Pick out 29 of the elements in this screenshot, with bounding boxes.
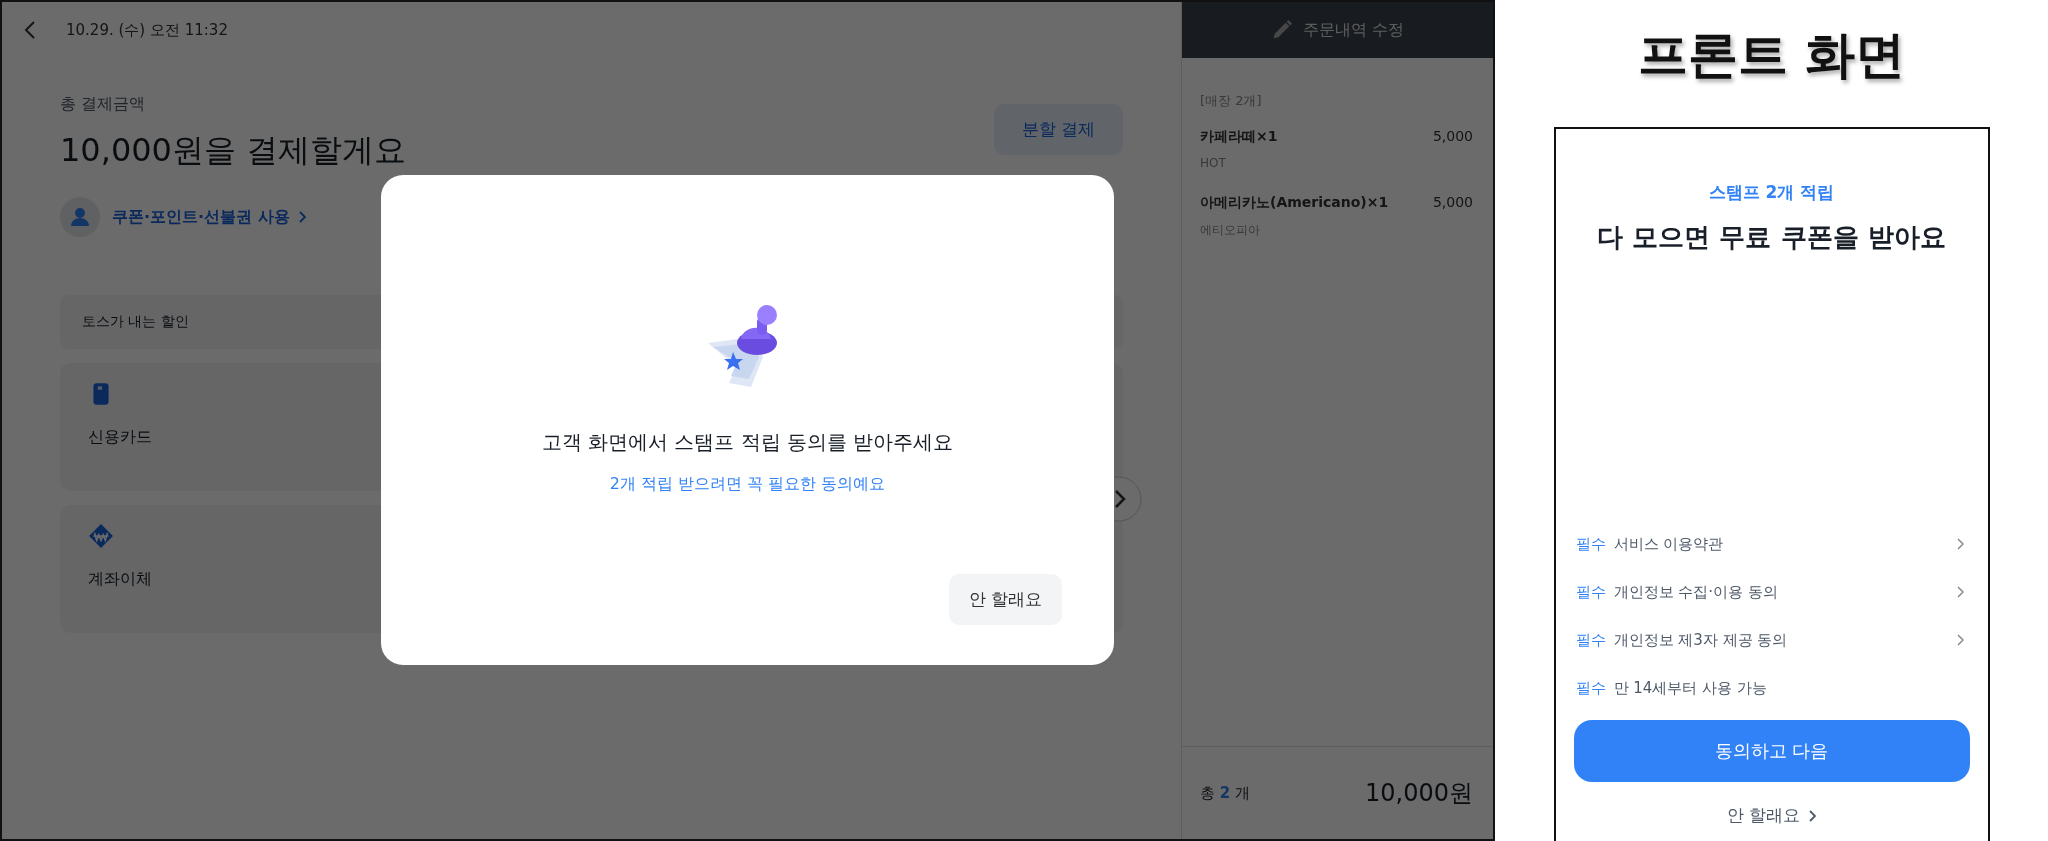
back-icon[interactable] xyxy=(24,20,36,40)
total-suffix: 개 xyxy=(1235,783,1250,802)
screen-title: 다 모으면 무료 쿠폰을 받아요 xyxy=(1597,221,1946,254)
decline-link[interactable]: 안 할래요 xyxy=(1726,804,1801,827)
person-icon xyxy=(60,197,100,237)
dialog-subtitle: 2개 적립 받으려면 꼭 필요한 동의예요 xyxy=(609,474,886,495)
terms-item[interactable]: 필수 서비스 이용약관 xyxy=(1573,520,1970,568)
chevron-icon xyxy=(297,211,306,223)
terms-item[interactable]: 필수 개인정보 제3자 제공 동의 xyxy=(1573,616,1970,664)
total-prefix: 총 xyxy=(1200,783,1215,802)
total-count: 2 xyxy=(1219,783,1231,802)
date-time: 10.29. (수) 오전 11:32 xyxy=(66,20,228,40)
won-icon xyxy=(88,523,114,549)
discount-label: 토스가 내는 할인 xyxy=(82,313,189,329)
caption: 프론트 화면 xyxy=(1637,25,1906,86)
terms-item[interactable]: 필수 개인정보 수집·이용 동의 xyxy=(1573,568,1970,616)
decline-button[interactable]: 안 할래요 xyxy=(948,574,1062,625)
chevron-icon xyxy=(1808,809,1817,822)
dialog-title: 고객 화면에서 스탬프 적립 동의를 받아주세요 xyxy=(541,429,954,456)
item-name: 카페라떼×1 xyxy=(1200,128,1278,146)
total-title: 10,000원을 결제할게요 xyxy=(60,130,407,171)
stamp-count-label: 스탬프 2개 적립 xyxy=(1708,181,1835,204)
item-price: 5,000 xyxy=(1432,194,1473,212)
agree-button[interactable]: 동의하고 다음 xyxy=(1573,720,1970,782)
terms-note: 필수 만 14세부터 사용 가능 xyxy=(1574,677,1768,699)
total-amount: 10,000원 xyxy=(1365,778,1473,809)
item-name: 아메리카노(Americano)×1 xyxy=(1200,194,1389,212)
item-price: 5,000 xyxy=(1432,128,1473,146)
total-label: 총 결제금액 xyxy=(60,94,147,115)
